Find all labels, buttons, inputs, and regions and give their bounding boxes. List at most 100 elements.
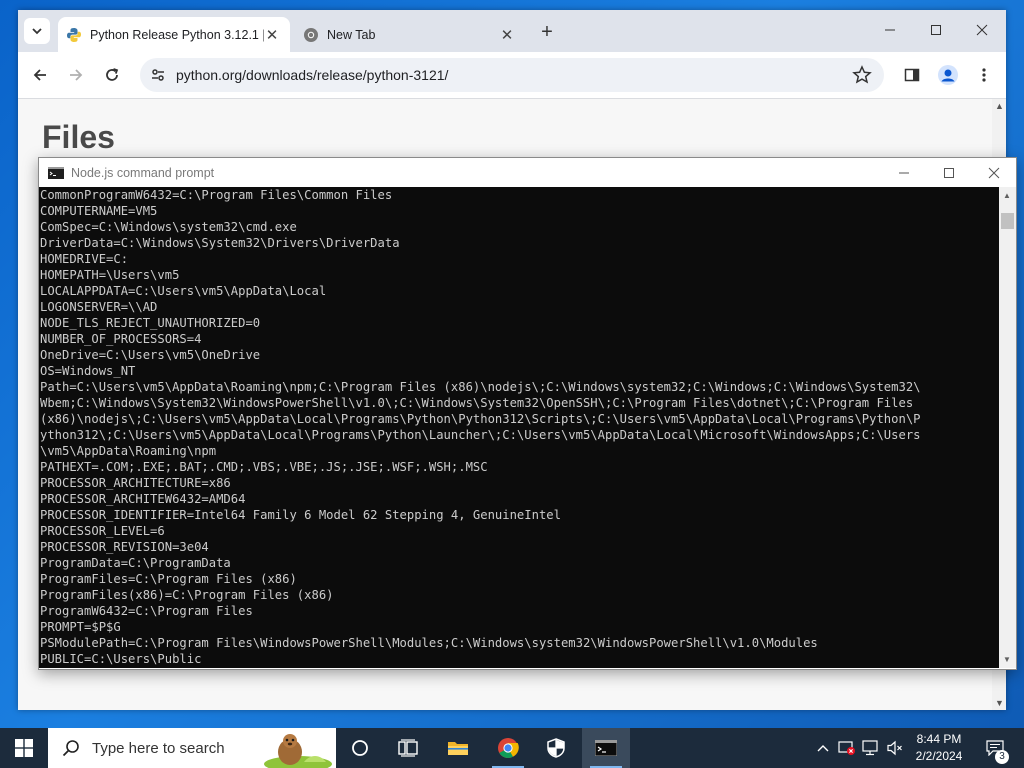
cmd-maximize-button[interactable] xyxy=(926,158,971,187)
back-button[interactable] xyxy=(26,61,54,89)
console-line: NUMBER_OF_PROCESSORS=4 xyxy=(40,332,202,346)
page-heading: Files xyxy=(42,119,115,155)
security-alert-icon xyxy=(838,741,855,755)
console-line: ProgramFiles=C:\Program Files (x86) xyxy=(40,572,297,586)
cortana-button[interactable] xyxy=(336,728,384,768)
search-highlight-groundhog-icon xyxy=(264,734,332,768)
console-line: ComSpec=C:\Windows\system32\cmd.exe xyxy=(40,220,297,234)
tab-strip: Python Release Python 3.12.1 | ✕ New Tab… xyxy=(18,10,1006,52)
chrome-taskbar-button[interactable] xyxy=(484,728,532,768)
console-line: ProgramFiles(x86)=C:\Program Files (x86) xyxy=(40,588,334,602)
volume-muted-icon xyxy=(887,740,902,756)
console-line: PROCESSOR_LEVEL=6 xyxy=(40,524,165,538)
console-line: PROCESSOR_ARCHITEW6432=AMD64 xyxy=(40,492,246,506)
task-view-icon xyxy=(398,739,418,757)
cmd-titlebar[interactable]: Node.js command prompt xyxy=(39,158,1016,187)
cmd-close-button[interactable] xyxy=(971,158,1016,187)
console-line: DriverData=C:\Windows\System32\Drivers\D… xyxy=(40,236,400,250)
tab-search-button[interactable] xyxy=(24,18,50,44)
console-line: ython312\;C:\Users\vm5\AppData\Local\Pro… xyxy=(40,428,921,442)
command-prompt-taskbar-button[interactable] xyxy=(582,728,630,768)
bookmark-star-icon[interactable] xyxy=(852,65,872,85)
maximize-icon xyxy=(931,25,941,35)
console-line: PSModulePath=C:\Program Files\WindowsPow… xyxy=(40,636,818,650)
windows-security-button[interactable] xyxy=(532,728,580,768)
tab-title: New Tab xyxy=(327,27,376,42)
scroll-down-arrow-icon[interactable]: ▼ xyxy=(995,698,1004,708)
side-panel-button[interactable] xyxy=(898,61,926,89)
tab-title: Python Release Python 3.12.1 | xyxy=(90,27,264,42)
close-tab-icon[interactable]: ✕ xyxy=(499,27,515,44)
address-bar[interactable]: python.org/downloads/release/python-3121… xyxy=(140,58,884,92)
new-tab-button[interactable]: + xyxy=(536,21,558,43)
chevron-up-icon xyxy=(817,745,829,752)
profile-button[interactable] xyxy=(934,61,962,89)
taskbar: Type here to search 8:44 PM 2/2/2024 3 xyxy=(0,728,1024,768)
start-button[interactable] xyxy=(0,728,48,768)
console-line: PROCESSOR_ARCHITECTURE=x86 xyxy=(40,476,231,490)
security-alert-tray[interactable] xyxy=(836,728,858,768)
cmd-minimize-button[interactable] xyxy=(881,158,926,187)
system-clock[interactable]: 8:44 PM 2/2/2024 xyxy=(908,731,970,765)
clock-time: 8:44 PM xyxy=(916,732,962,746)
console-line: Path=C:\Users\vm5\AppData\Roaming\npm;C:… xyxy=(40,380,921,394)
network-tray[interactable] xyxy=(860,728,882,768)
close-window-button[interactable] xyxy=(960,16,1004,44)
close-icon xyxy=(988,167,999,178)
console-line: NODE_TLS_REJECT_UNAUTHORIZED=0 xyxy=(40,316,261,330)
console-line: PROCESSOR_IDENTIFIER=Intel64 Family 6 Mo… xyxy=(40,508,561,522)
console-line: OneDrive=C:\Users\vm5\OneDrive xyxy=(40,348,261,362)
cmd-scrollbar[interactable]: ▲ ▼ xyxy=(999,187,1016,668)
console-line: PUBLIC=C:\Users\Public xyxy=(40,652,202,666)
folder-icon xyxy=(448,742,468,755)
profile-avatar-icon xyxy=(938,65,958,85)
console-line: HOMEPATH=\Users\vm5 xyxy=(40,268,180,282)
reload-button[interactable] xyxy=(98,61,126,89)
console-line: LOGONSERVER=\\AD xyxy=(40,300,158,314)
scroll-up-arrow-icon[interactable]: ▲ xyxy=(1003,191,1011,200)
console-line: PROMPT=$P$G xyxy=(40,620,121,634)
python-favicon-icon xyxy=(67,27,81,42)
tab-python-release[interactable]: Python Release Python 3.12.1 | ✕ xyxy=(58,17,290,52)
cmd-window-title: Node.js command prompt xyxy=(71,165,215,180)
file-explorer-button[interactable] xyxy=(434,728,482,768)
scroll-up-arrow-icon[interactable]: ▲ xyxy=(995,101,1004,111)
maximize-icon xyxy=(943,167,954,178)
volume-tray[interactable] xyxy=(884,728,906,768)
chrome-favicon-icon xyxy=(304,27,318,42)
chrome-logo-icon xyxy=(498,738,519,758)
cmd-window: Node.js command prompt CommonProgramW643… xyxy=(38,157,1017,670)
console-line: Wbem;C:\Windows\System32\WindowsPowerShe… xyxy=(40,396,914,410)
search-icon xyxy=(62,740,79,757)
task-view-button[interactable] xyxy=(384,728,432,768)
scroll-down-arrow-icon[interactable]: ▼ xyxy=(1003,655,1011,664)
console-output[interactable]: CommonProgramW6432=C:\Program Files\Comm… xyxy=(39,187,999,668)
console-line: COMPUTERNAME=VM5 xyxy=(40,204,158,218)
arrow-right-icon xyxy=(70,69,83,81)
console-line: ProgramW6432=C:\Program Files xyxy=(40,604,253,618)
url-text[interactable]: python.org/downloads/release/python-3121… xyxy=(176,67,852,83)
notification-count-badge: 3 xyxy=(995,750,1009,764)
site-settings-icon[interactable] xyxy=(150,67,166,83)
shield-icon xyxy=(547,738,565,758)
minimize-button[interactable] xyxy=(868,16,912,44)
forward-button[interactable] xyxy=(62,61,90,89)
show-hidden-icons-button[interactable] xyxy=(814,728,832,768)
browser-toolbar: python.org/downloads/release/python-3121… xyxy=(18,52,1006,99)
clock-date: 2/2/2024 xyxy=(915,749,963,763)
console-line: \vm5\AppData\Roaming\npm xyxy=(40,444,217,458)
tab-new-tab[interactable]: New Tab ✕ xyxy=(295,17,525,52)
console-line: LOCALAPPDATA=C:\Users\vm5\AppData\Local xyxy=(40,284,327,298)
maximize-button[interactable] xyxy=(914,16,958,44)
chrome-menu-button[interactable] xyxy=(970,61,998,89)
scrollbar-thumb[interactable] xyxy=(1001,213,1014,229)
close-icon xyxy=(976,24,988,36)
reload-icon xyxy=(106,68,119,81)
kebab-menu-icon xyxy=(982,68,986,82)
console-line: (x86)\nodejs\;C:\Users\vm5\AppData\Local… xyxy=(40,412,921,426)
taskbar-search-box[interactable]: Type here to search xyxy=(48,728,336,768)
side-panel-icon xyxy=(904,68,920,82)
notification-center-button[interactable]: 3 xyxy=(980,728,1010,768)
console-line: CommonProgramW6432=C:\Program Files\Comm… xyxy=(40,188,393,202)
close-tab-icon[interactable]: ✕ xyxy=(264,27,280,44)
